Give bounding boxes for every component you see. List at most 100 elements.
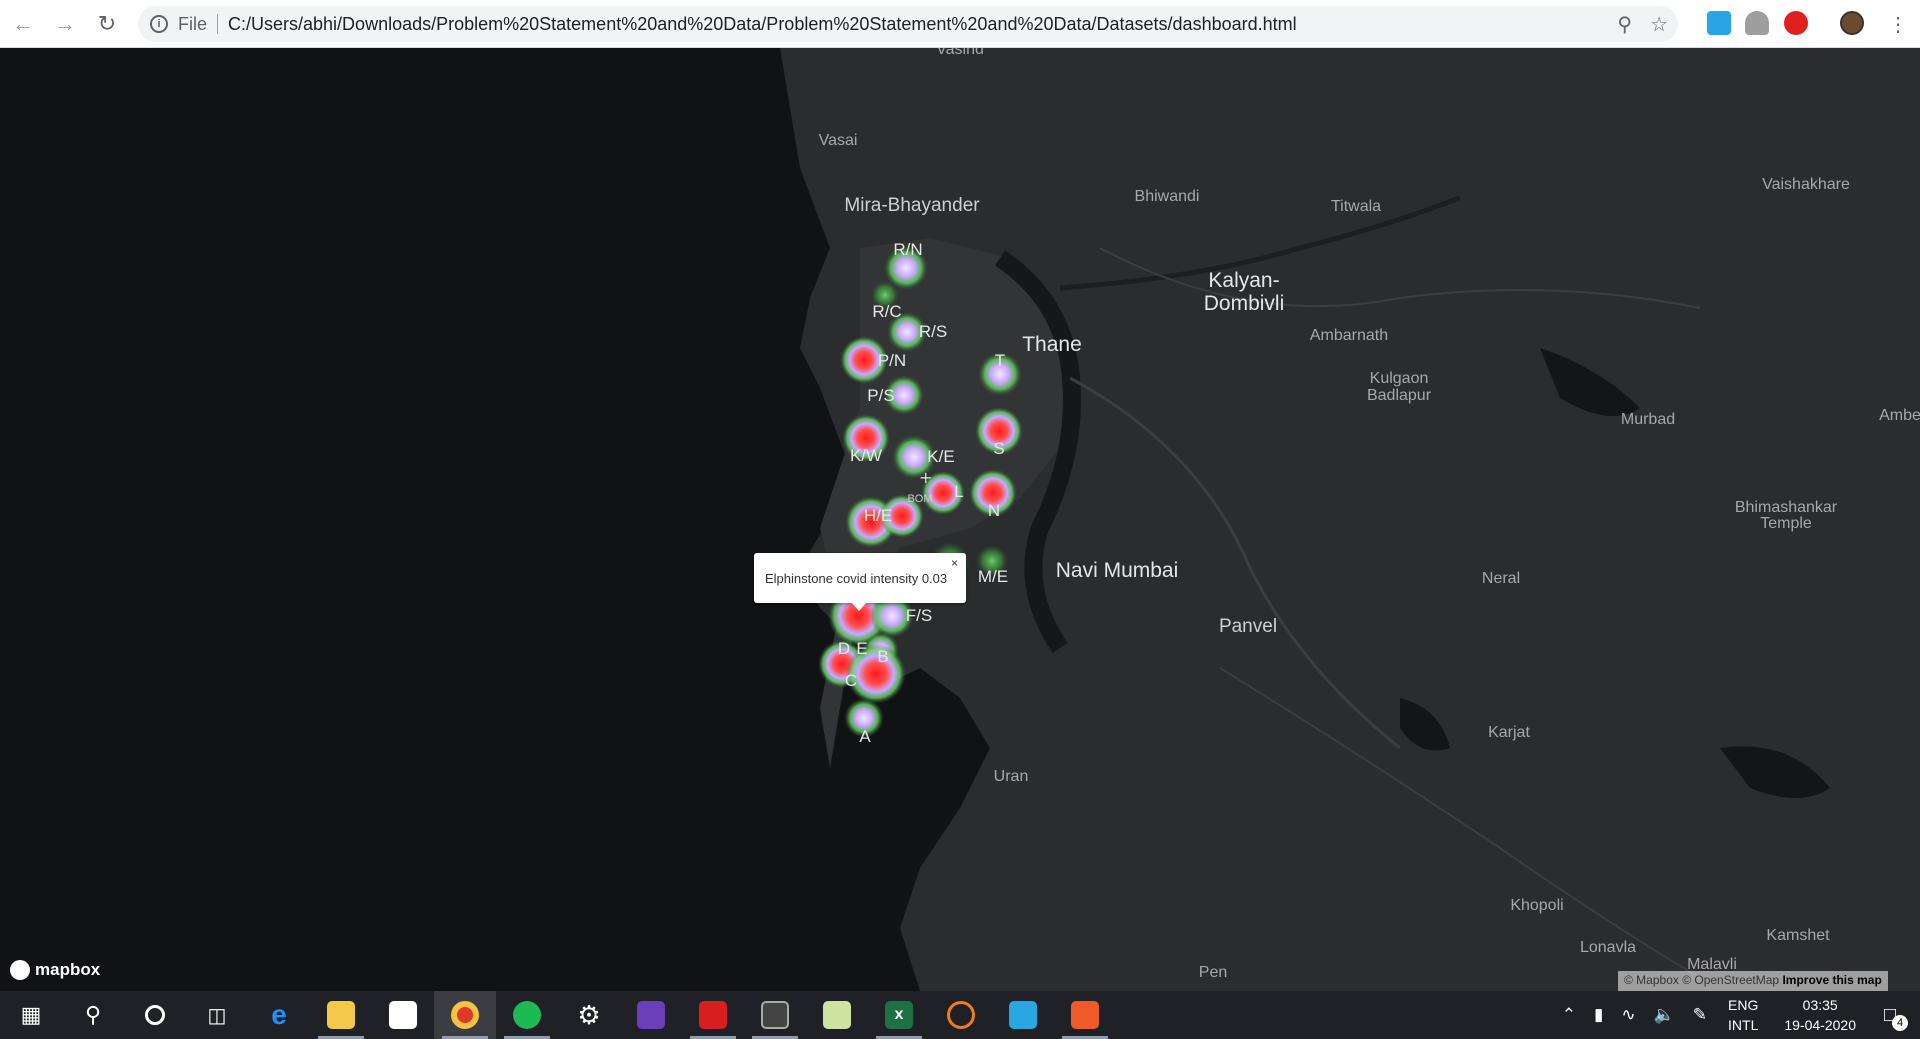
edge-button[interactable]: e: [248, 991, 310, 1039]
edge-icon: e: [271, 999, 287, 1030]
battery-icon[interactable]: ▮: [1594, 1005, 1603, 1025]
place-label-kulgaon: Kulgaon: [1369, 370, 1429, 387]
folder-icon: [327, 1001, 355, 1029]
reload-icon: ↻: [97, 10, 117, 36]
ward-label-s: S: [993, 439, 1005, 458]
acrobat-button[interactable]: [682, 991, 744, 1039]
map-popup: Elphinstone covid intensity 0.03 ×: [754, 553, 966, 611]
popup-text: Elphinstone covid intensity 0.03: [765, 570, 948, 586]
paint-app-button[interactable]: [806, 991, 868, 1039]
notification-count: 4: [1892, 1015, 1908, 1031]
terminal-icon: [761, 1001, 789, 1029]
wifi-icon[interactable]: ∿: [1621, 1005, 1635, 1025]
translate-extension-icon[interactable]: [1707, 11, 1731, 35]
url-scheme: File: [178, 14, 219, 34]
mapbox-logo[interactable]: mapbox: [10, 960, 100, 980]
start-button[interactable]: ▦: [0, 991, 62, 1039]
task-view-button[interactable]: ◫: [186, 991, 248, 1039]
ward-label-p-n: P/N: [877, 351, 907, 370]
ward-label-n: N: [987, 501, 1001, 520]
language-bottom: INTL: [1728, 1017, 1759, 1033]
place-label-dombivli: Dombivli: [1203, 292, 1285, 315]
store-button[interactable]: [372, 991, 434, 1039]
airport-label: BOM: [907, 493, 933, 505]
ward-label-h-e: H/E: [863, 506, 893, 525]
terminal-button[interactable]: [744, 991, 806, 1039]
back-button[interactable]: ←: [4, 5, 42, 43]
mapbox-logo-text: mapbox: [35, 960, 101, 979]
ward-label-k-e: K/E: [927, 447, 955, 466]
arrow-app-button[interactable]: [992, 991, 1054, 1039]
volume-icon[interactable]: 🔈: [1654, 1005, 1675, 1025]
excel-icon: x: [885, 1001, 913, 1029]
chevron-up-icon[interactable]: ⌃: [1562, 1005, 1576, 1025]
improve-map-link[interactable]: Improve this map: [1782, 973, 1881, 987]
place-label-badlapur: Badlapur: [1366, 387, 1432, 404]
ward-label-f-s: F/S: [905, 606, 933, 625]
place-label-vaishakhare: Vaishakhare: [1762, 176, 1850, 193]
info-icon[interactable]: i: [150, 15, 168, 33]
file-explorer-button[interactable]: [310, 991, 372, 1039]
camera-icon: [1071, 1001, 1099, 1029]
ward-label-t: T: [994, 351, 1006, 370]
arrow-left-icon: ←: [12, 10, 34, 36]
ward-label-k-w: K/W: [849, 446, 883, 465]
ward-label-b: B: [877, 647, 889, 666]
place-label-lonavla: Lonavla: [1579, 939, 1637, 956]
camera-app-button[interactable]: [1054, 991, 1116, 1039]
url-text[interactable]: C:/Users/abhi/Downloads/Problem%20Statem…: [228, 14, 1297, 35]
windows-icon: ▦: [20, 1002, 42, 1027]
orange-app-icon: [947, 1001, 975, 1029]
orange-app-button[interactable]: [930, 991, 992, 1039]
film-app-button[interactable]: [620, 991, 682, 1039]
shield-extension-icon[interactable]: [1745, 11, 1769, 35]
spotify-button[interactable]: [496, 991, 558, 1039]
reload-button[interactable]: ↻: [88, 5, 126, 43]
notification-button[interactable]: □ 4: [1870, 995, 1910, 1035]
avatar[interactable]: [1840, 11, 1864, 35]
place-label-bhiwandi: Bhiwandi: [1134, 188, 1200, 205]
chrome-icon: [451, 1001, 479, 1029]
language-top: ENG: [1728, 997, 1759, 1013]
cortana-button[interactable]: [124, 991, 186, 1039]
place-label-kamshet: Kamshet: [1766, 927, 1830, 944]
place-label-navi-mumbai: Navi Mumbai: [1055, 559, 1179, 582]
attribution-text[interactable]: © Mapbox © OpenStreetMap: [1624, 973, 1779, 987]
search-button[interactable]: ⚲: [62, 991, 124, 1039]
ward-label-l: L: [954, 482, 964, 501]
windows-taskbar: ▦ ⚲ ◫ e ⚙ x ⌃ ▮ ∿ 🔈 ✎ ENG INTL 03:35 19-…: [0, 991, 1920, 1039]
map-canvas[interactable]: + Vasind Vasai Mira-Bhayander Bhiwandi Titwa…: [0, 48, 1920, 991]
paint-icon: [823, 1001, 851, 1029]
settings-button[interactable]: ⚙: [558, 991, 620, 1039]
store-icon: [389, 1001, 417, 1029]
language-indicator[interactable]: ENG INTL: [1728, 995, 1758, 1035]
system-tray: ⌃ ▮ ∿ 🔈 ✎ ENG INTL 03:35 19-04-2020 □ 4: [1553, 991, 1920, 1039]
pen-icon[interactable]: ✎: [1693, 1005, 1707, 1025]
opera-extension-icon[interactable]: [1784, 11, 1808, 35]
place-label-thane: Thane: [1022, 333, 1082, 356]
ward-label-p-s: P/S: [867, 386, 895, 405]
excel-button[interactable]: x: [868, 991, 930, 1039]
place-label-neral: Neral: [1481, 570, 1521, 587]
ward-label-r-s: R/S: [918, 322, 948, 341]
spotify-icon: [513, 1001, 541, 1029]
star-icon[interactable]: ☆: [1650, 12, 1668, 37]
place-label-ambarnath: Ambarnath: [1309, 327, 1389, 344]
place-label-vasai: Vasai: [818, 132, 858, 149]
gear-icon: ⚙: [577, 999, 601, 1030]
forward-button[interactable]: →: [46, 5, 84, 43]
place-label-temple: Temple: [1760, 515, 1812, 532]
menu-icon[interactable]: ⋮: [1888, 12, 1908, 37]
close-icon[interactable]: ×: [951, 556, 958, 570]
place-label-vasind: Vasind: [936, 48, 984, 58]
address-bar[interactable]: i File C:/Users/abhi/Downloads/Problem%2…: [138, 6, 1678, 42]
search-icon: ⚲: [84, 1002, 102, 1027]
airport-icon: +: [919, 468, 932, 487]
clock-date: 19-04-2020: [1784, 1017, 1856, 1033]
ward-label-e: E: [856, 639, 868, 658]
zoom-icon[interactable]: ⚲: [1617, 12, 1632, 37]
chrome-button[interactable]: [434, 991, 496, 1039]
ward-label-m-e: M/E: [977, 567, 1009, 586]
place-label-khopoli: Khopoli: [1510, 897, 1564, 914]
clock[interactable]: 03:35 19-04-2020: [1784, 995, 1856, 1035]
